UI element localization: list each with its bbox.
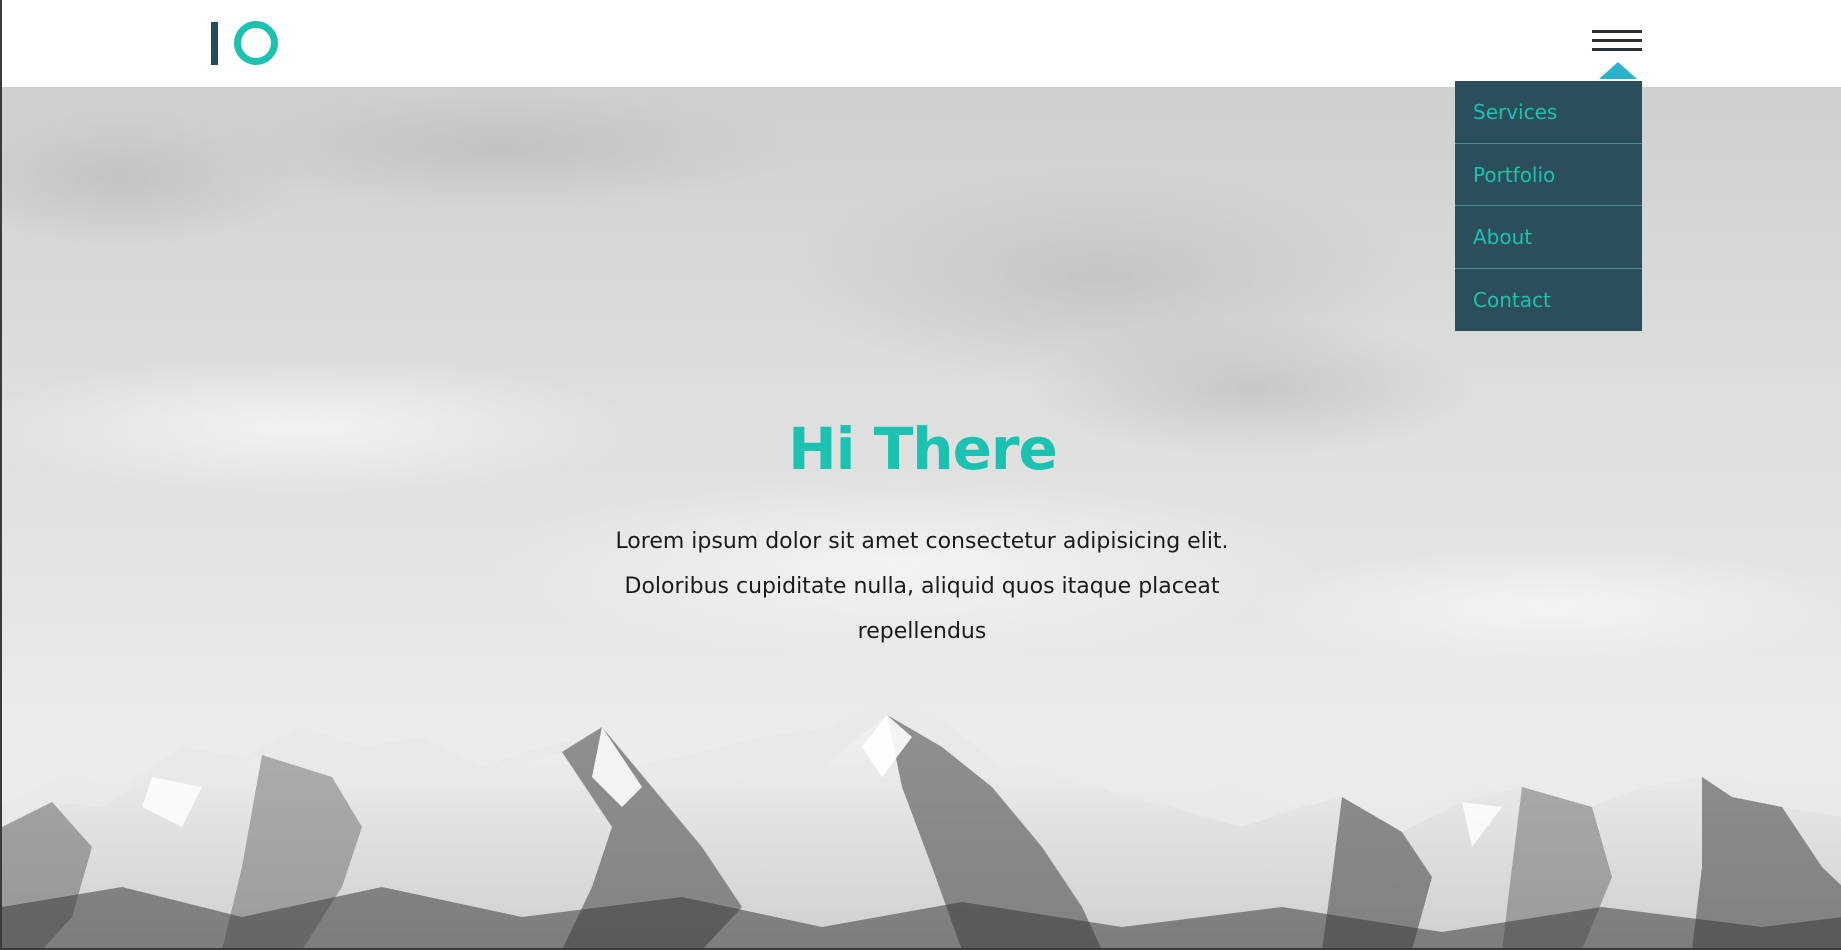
hero-title: Hi There bbox=[788, 415, 1058, 483]
logo-ring-icon bbox=[234, 21, 278, 65]
nav-item-services[interactable]: Services bbox=[1455, 81, 1642, 144]
page-frame: Services Portfolio About Contact Hi Ther… bbox=[0, 0, 1841, 950]
hero-description: Lorem ipsum dolor sit amet consectetur a… bbox=[615, 529, 1229, 644]
logo[interactable] bbox=[208, 20, 280, 66]
logo-bar-icon bbox=[211, 22, 218, 65]
menu-line bbox=[1592, 30, 1642, 33]
nav-item-about[interactable]: About bbox=[1455, 206, 1642, 269]
dropdown-caret-icon bbox=[1599, 62, 1637, 79]
menu-line bbox=[1592, 48, 1642, 51]
dropdown-menu: Services Portfolio About Contact bbox=[1455, 81, 1642, 331]
site-header bbox=[2, 0, 1841, 87]
hamburger-menu-icon[interactable] bbox=[1592, 30, 1642, 52]
menu-line bbox=[1592, 39, 1642, 42]
nav-item-contact[interactable]: Contact bbox=[1455, 269, 1642, 332]
nav-item-portfolio[interactable]: Portfolio bbox=[1455, 144, 1642, 206]
